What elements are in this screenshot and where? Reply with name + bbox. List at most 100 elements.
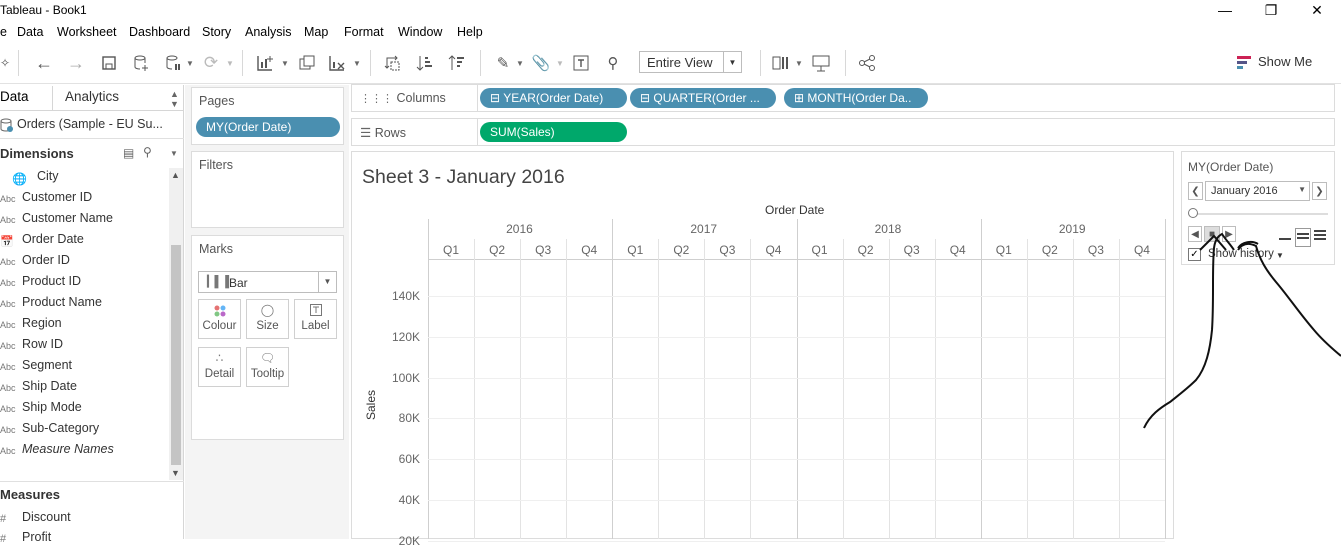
label-label: Label <box>301 320 330 332</box>
list-item[interactable]: Sub-Category <box>22 421 99 435</box>
show-mark-labels-icon[interactable] <box>570 52 592 74</box>
rows-pill-sales[interactable]: SUM(Sales) <box>480 122 627 142</box>
list-item[interactable]: Product Name <box>22 295 102 309</box>
menu-story[interactable]: Story <box>202 25 231 39</box>
list-item[interactable]: Profit <box>22 530 51 544</box>
list-item[interactable]: Segment <box>22 358 72 372</box>
tab-data[interactable]: Data <box>0 89 29 104</box>
expand-icon[interactable]: ⊞ <box>794 91 804 105</box>
list-item[interactable]: City <box>37 169 59 183</box>
list-item[interactable]: Customer Name <box>22 211 113 225</box>
sort-ascending-icon[interactable] <box>414 52 436 74</box>
page-next-icon[interactable]: ❯ <box>1312 182 1327 200</box>
scrollbar-thumb[interactable] <box>171 245 181 465</box>
pin-icon[interactable]: ⚲ <box>602 52 624 74</box>
label-button[interactable]: Label <box>294 299 337 339</box>
list-item[interactable]: Order Date <box>22 232 84 246</box>
page-select[interactable]: January 2016 ▼ <box>1205 181 1310 201</box>
list-item[interactable]: Ship Mode <box>22 400 82 414</box>
page-prev-icon[interactable]: ❮ <box>1188 182 1203 200</box>
search-icon[interactable]: ⚲ <box>143 145 152 159</box>
pages-pill[interactable]: MY(Order Date) <box>196 117 340 137</box>
tooltip-button[interactable]: 🗨 Tooltip <box>246 347 289 387</box>
chevron-down-icon[interactable]: ▼ <box>281 52 289 74</box>
page-slider-knob[interactable] <box>1188 208 1198 218</box>
columns-pill-year[interactable]: ⊟ YEAR(Order Date) <box>480 88 627 108</box>
chevron-down-icon[interactable]: ▼ <box>170 149 178 158</box>
rows-shelf[interactable]: ☰ Rows SUM(Sales) <box>351 118 1335 146</box>
list-item[interactable]: Measure Names <box>22 442 114 456</box>
redo-icon[interactable]: → <box>64 52 88 74</box>
list-item[interactable]: Ship Date <box>22 379 77 393</box>
menu-file-fragment[interactable]: e <box>0 25 7 39</box>
presentation-mode-icon[interactable] <box>810 52 832 74</box>
duplicate-sheet-icon[interactable] <box>296 52 318 74</box>
chevron-down-icon[interactable]: ▼ <box>186 52 194 74</box>
list-item[interactable]: Product ID <box>22 274 81 288</box>
list-item[interactable]: Row ID <box>22 337 63 351</box>
show-me-icon[interactable] <box>1237 55 1251 72</box>
view-list-icon[interactable]: ▤ <box>123 146 134 160</box>
share-icon[interactable] <box>856 52 878 74</box>
list-item[interactable]: Order ID <box>22 253 70 267</box>
fit-dropdown[interactable]: Entire View ▼ <box>639 51 742 73</box>
chevron-down-icon[interactable]: ▼ <box>353 52 361 74</box>
quarter-label: Q1 <box>811 243 828 257</box>
columns-pill-month[interactable]: ⊞ MONTH(Order Da.. <box>784 88 928 108</box>
chevron-down-icon[interactable]: ▼ <box>171 468 180 478</box>
size-button[interactable]: ◯ Size <box>246 299 289 339</box>
chevron-down-icon[interactable]: ▼ <box>556 52 564 74</box>
chevron-down-icon[interactable]: ▼ <box>723 52 741 72</box>
menu-format[interactable]: Format <box>344 25 384 39</box>
new-datasource-icon[interactable] <box>130 52 152 74</box>
chevron-up-icon[interactable]: ▲ <box>171 170 180 180</box>
chevron-down-icon[interactable]: ▼ <box>795 52 803 74</box>
swap-rows-columns-icon[interactable] <box>382 52 404 74</box>
tab-analytics[interactable]: Analytics <box>65 89 119 104</box>
menu-map[interactable]: Map <box>304 25 328 39</box>
save-icon[interactable] <box>98 52 120 74</box>
show-me-button[interactable]: Show Me <box>1258 54 1312 69</box>
chevron-down-icon[interactable]: ▼ <box>226 52 234 74</box>
chevron-down-icon[interactable]: ▼ <box>516 52 524 74</box>
clear-sheet-icon[interactable] <box>326 52 348 74</box>
filters-card[interactable]: Filters <box>191 151 344 228</box>
columns-shelf[interactable]: ⋮⋮⋮ Columns ⊟ YEAR(Order Date) ⊟ QUARTER… <box>351 84 1335 112</box>
pages-card[interactable]: Pages MY(Order Date) <box>191 87 344 145</box>
show-cards-icon[interactable] <box>770 52 792 74</box>
detail-button[interactable]: ∴ Detail <box>198 347 241 387</box>
mark-type-dropdown[interactable]: ▎▌▐ Bar ▼ <box>198 271 337 293</box>
restore-icon[interactable]: ❐ <box>1248 0 1294 20</box>
marks-card[interactable]: Marks ▎▌▐ Bar ▼ Colour ◯ Size Label ∴ De… <box>191 235 344 440</box>
collapse-icon[interactable]: ⊟ <box>490 91 500 105</box>
new-worksheet-icon[interactable] <box>254 52 276 74</box>
pause-updates-icon[interactable] <box>162 52 184 74</box>
datasource-name[interactable]: Orders (Sample - EU Su... <box>17 117 163 131</box>
close-icon[interactable]: ✕ <box>1294 0 1340 20</box>
string-type-icon: Abc <box>0 383 16 393</box>
menu-window[interactable]: Window <box>398 25 442 39</box>
highlight-icon[interactable]: ✎ <box>492 52 514 74</box>
refresh-icon[interactable]: ⟳ <box>200 52 222 74</box>
undo-icon[interactable]: ← <box>32 52 56 74</box>
collapse-icon[interactable]: ⊟ <box>640 91 650 105</box>
list-item[interactable]: Region <box>22 316 62 330</box>
menu-help[interactable]: Help <box>457 25 483 39</box>
tableau-logo-icon[interactable]: ✧ <box>0 52 10 74</box>
page-slider[interactable] <box>1193 213 1328 215</box>
menu-worksheet[interactable]: Worksheet <box>57 25 117 39</box>
minimize-icon[interactable]: — <box>1202 0 1248 20</box>
menu-data[interactable]: Data <box>17 25 43 39</box>
list-item[interactable]: Customer ID <box>22 190 92 204</box>
tab-menu-icon[interactable]: ▲ ▼ <box>170 89 179 109</box>
quarter-label: Q1 <box>443 243 460 257</box>
group-members-icon[interactable]: 📎 <box>530 52 552 74</box>
columns-pill-quarter[interactable]: ⊟ QUARTER(Order ... <box>630 88 776 108</box>
menu-analysis[interactable]: Analysis <box>245 25 292 39</box>
chevron-down-icon[interactable]: ▼ <box>1298 185 1306 194</box>
chevron-down-icon[interactable]: ▼ <box>318 272 336 292</box>
sort-descending-icon[interactable] <box>446 52 468 74</box>
colour-button[interactable]: Colour <box>198 299 241 339</box>
menu-dashboard[interactable]: Dashboard <box>129 25 190 39</box>
list-item[interactable]: Discount <box>22 510 71 524</box>
